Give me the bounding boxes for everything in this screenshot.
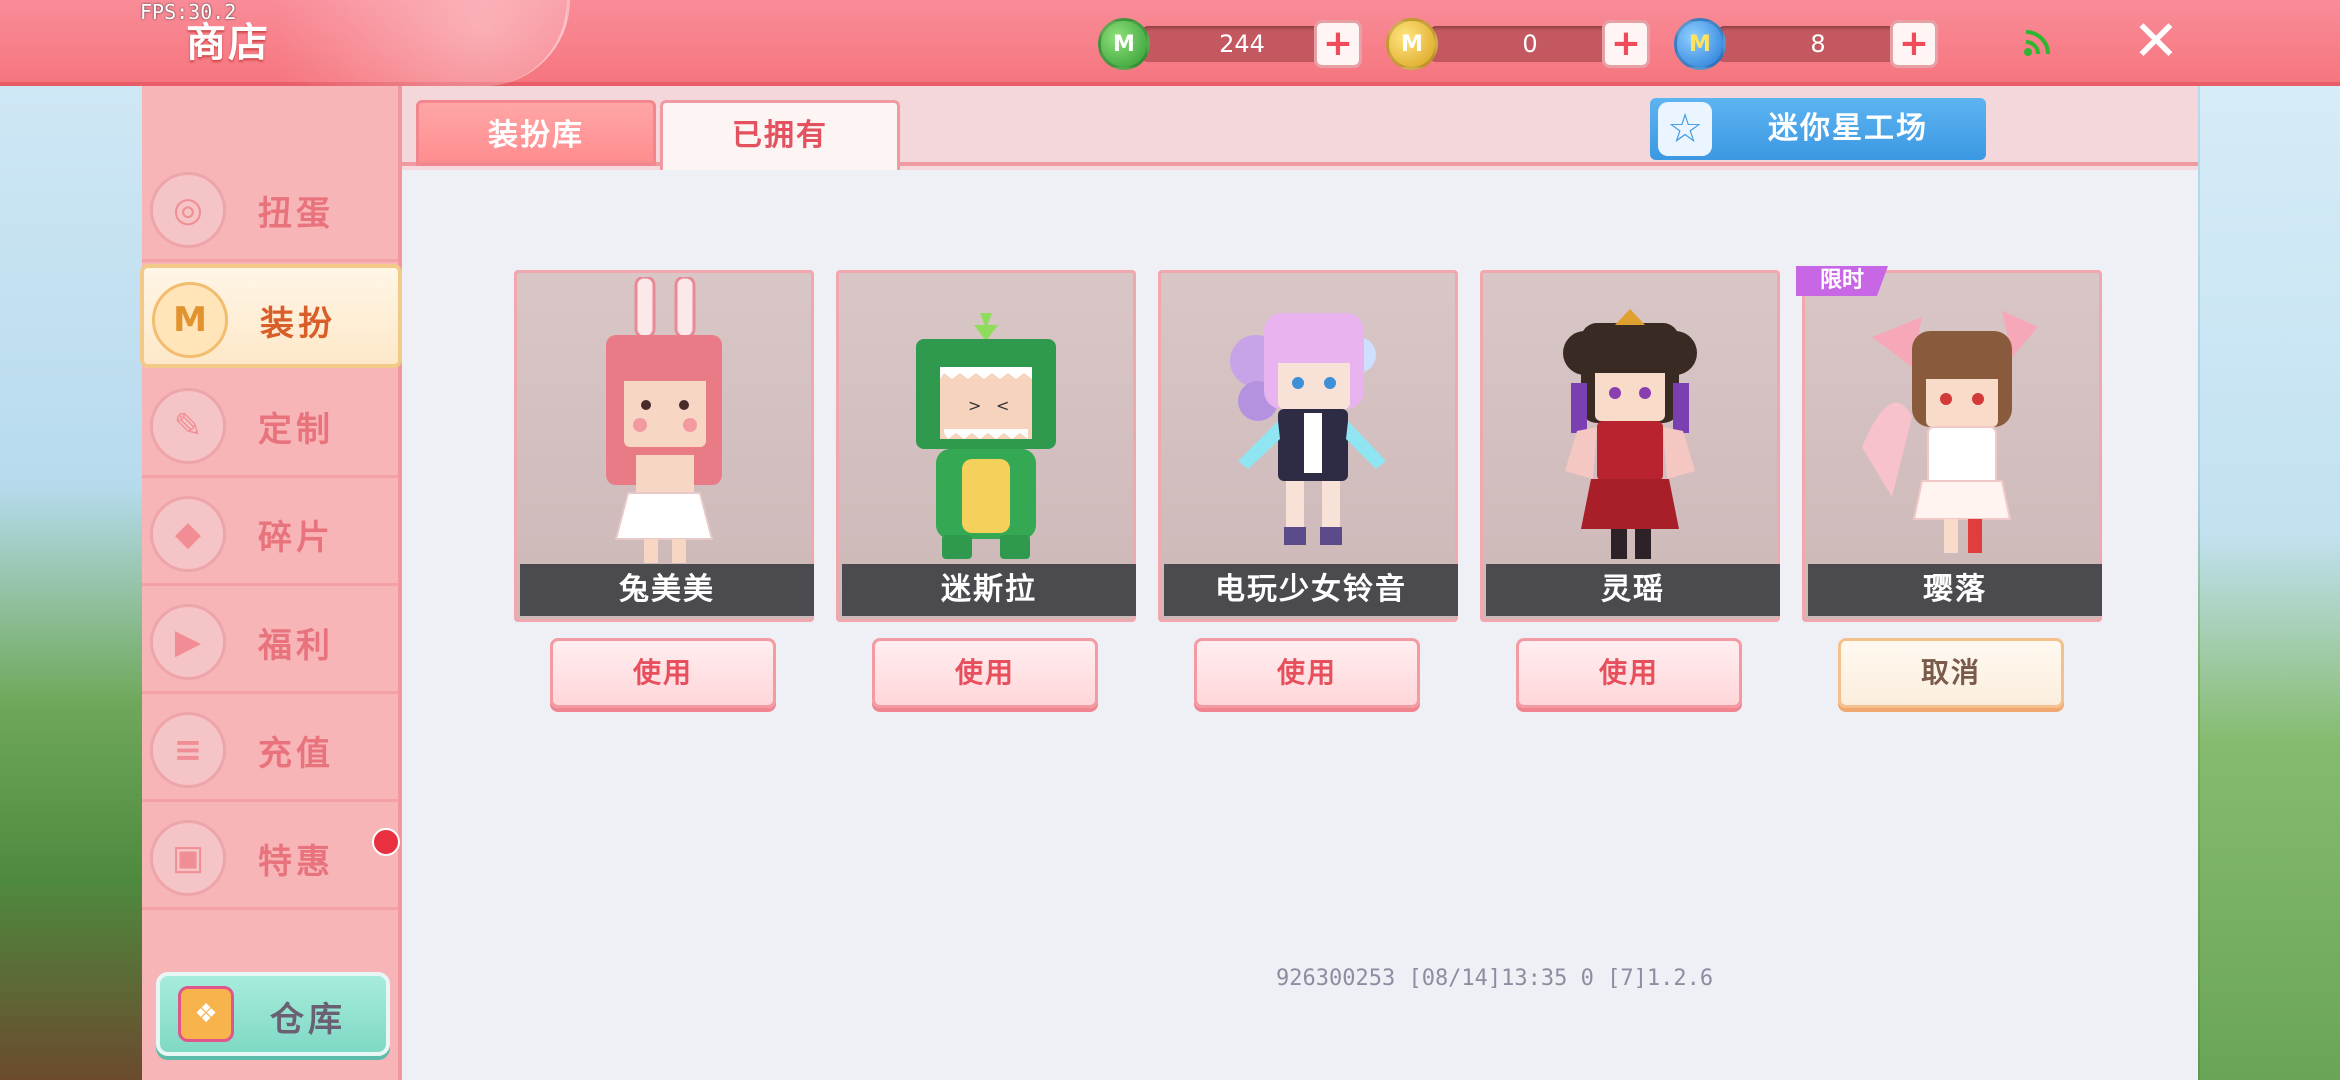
workshop-label: 迷你星工场 — [1768, 111, 1928, 146]
outfit-name: 迷斯拉 — [842, 564, 1136, 616]
dinosaur-character-image: > < — [916, 313, 1056, 559]
gold-m-coin-icon: M — [1386, 18, 1438, 70]
use-button[interactable]: 使用 — [872, 638, 1098, 708]
star-icon: ☆ — [1658, 102, 1712, 156]
discount-box-icon: ▣ — [150, 820, 226, 896]
main-panel: 装扮库 已拥有 ☆ 迷你星工场 兔美美 使用 > < 迷斯拉 使用 电玩少女铃音… — [402, 86, 2198, 1080]
outfit-card[interactable]: 兔美美 使用 — [514, 270, 814, 708]
signal-icon — [2024, 30, 2050, 56]
sidebar-item-label: 福利 — [258, 626, 334, 666]
sidebar-item-label: 特惠 — [258, 842, 334, 882]
sidebar-item-fragments[interactable]: ◆ 碎片 — [142, 482, 398, 586]
svg-text:<: < — [996, 396, 1009, 415]
gift-icon: ▶ — [150, 604, 226, 680]
outfit-grid: 兔美美 使用 > < 迷斯拉 使用 电玩少女铃音 使用 灵瑶 使用 璎落 限时 … — [402, 170, 2198, 1080]
sidebar-item-label: 装扮 — [260, 304, 336, 344]
use-button[interactable]: 使用 — [550, 638, 776, 708]
warehouse-button[interactable]: ❖ 仓库 — [156, 972, 390, 1056]
sidebar-item-label: 碎片 — [258, 518, 334, 558]
background-scenery-left — [0, 86, 142, 1080]
outfit-preview: 电玩少女铃音 — [1158, 270, 1458, 622]
lingyao-character-image — [1563, 309, 1697, 559]
green-m-coin-icon: M — [1098, 18, 1150, 70]
outfit-preview: 灵瑶 — [1480, 270, 1780, 622]
notification-dot — [372, 828, 400, 856]
blue-m-coin-icon: M — [1674, 18, 1726, 70]
add-currency-button[interactable]: + — [1602, 20, 1650, 68]
sidebar-item-outfit[interactable]: M 装扮 — [140, 264, 402, 368]
tab-outfit-library[interactable]: 装扮库 — [416, 100, 656, 166]
yingluo-character-image — [1862, 311, 2038, 553]
capsule-icon: ◎ — [150, 172, 226, 248]
outfit-card[interactable]: 璎落 限时 取消 — [1796, 266, 2102, 708]
use-button[interactable]: 使用 — [1194, 638, 1420, 708]
custom-pencil-icon: ✎ — [150, 388, 226, 464]
outfit-name: 兔美美 — [520, 564, 814, 616]
warehouse-label: 仓库 — [270, 1000, 346, 1040]
use-button[interactable]: 使用 — [1516, 638, 1742, 708]
tab-owned[interactable]: 已拥有 — [660, 100, 900, 170]
currency-value: 0 — [1522, 30, 1538, 58]
bunny-character-image — [606, 277, 722, 563]
top-bar: FPS:30.2 商店 244 M + 0 M + 8 M + ✕ — [0, 0, 2340, 86]
sidebar-item-label: 扭蛋 — [258, 194, 334, 234]
fragment-icon: ◆ — [150, 496, 226, 572]
sidebar-item-special-offer[interactable]: ▣ 特惠 — [142, 806, 400, 910]
gamer-girl-character-image — [1230, 313, 1386, 545]
sidebar-item-custom[interactable]: ✎ 定制 — [142, 374, 398, 478]
outfit-preview: > < 迷斯拉 — [836, 270, 1136, 622]
currency-value: 244 — [1219, 30, 1265, 58]
page-title: 商店 — [186, 20, 270, 66]
build-info: 926300253 [08/14]13:35 0 [7]1.2.6 — [1276, 966, 1714, 991]
sidebar-item-gacha[interactable]: ◎ 扭蛋 — [142, 158, 398, 262]
svg-text:>: > — [968, 396, 981, 415]
sidebar-item-label: 充值 — [258, 734, 334, 774]
recharge-coins-icon: ≡ — [150, 712, 226, 788]
outfit-card[interactable]: 电玩少女铃音 使用 — [1158, 270, 1458, 708]
add-currency-button[interactable]: + — [1890, 20, 1938, 68]
outfit-name: 灵瑶 — [1486, 564, 1780, 616]
close-button[interactable]: ✕ — [2128, 14, 2184, 70]
sidebar-item-recharge[interactable]: ≡ 充值 — [142, 698, 398, 802]
mini-workshop-button[interactable]: ☆ 迷你星工场 — [1650, 98, 1986, 160]
tab-bar: 装扮库 已拥有 ☆ 迷你星工场 — [402, 86, 2198, 170]
outfit-preview: 兔美美 — [514, 270, 814, 622]
sidebar-item-label: 定制 — [258, 410, 334, 450]
sidebar-item-welfare[interactable]: ▶ 福利 — [142, 590, 398, 694]
limited-time-badge: 限时 — [1796, 266, 1888, 296]
outfit-name: 电玩少女铃音 — [1164, 564, 1458, 616]
sidebar: ◎ 扭蛋 M 装扮 ✎ 定制 ◆ 碎片 ▶ 福利 ≡ 充值 ▣ 特惠 ❖ 仓库 — [140, 86, 402, 1080]
outfit-preview: 璎落 — [1802, 270, 2102, 622]
outfit-shirt-icon: M — [152, 282, 228, 358]
background-scenery-right — [2200, 86, 2340, 1080]
outfit-card[interactable]: 灵瑶 使用 — [1480, 270, 1780, 708]
outfit-name: 璎落 — [1808, 564, 2102, 616]
warehouse-icon: ❖ — [178, 986, 234, 1042]
currency-value: 8 — [1810, 30, 1826, 58]
outfit-card[interactable]: > < 迷斯拉 使用 — [836, 270, 1136, 708]
add-currency-button[interactable]: + — [1314, 20, 1362, 68]
cancel-button[interactable]: 取消 — [1838, 638, 2064, 708]
